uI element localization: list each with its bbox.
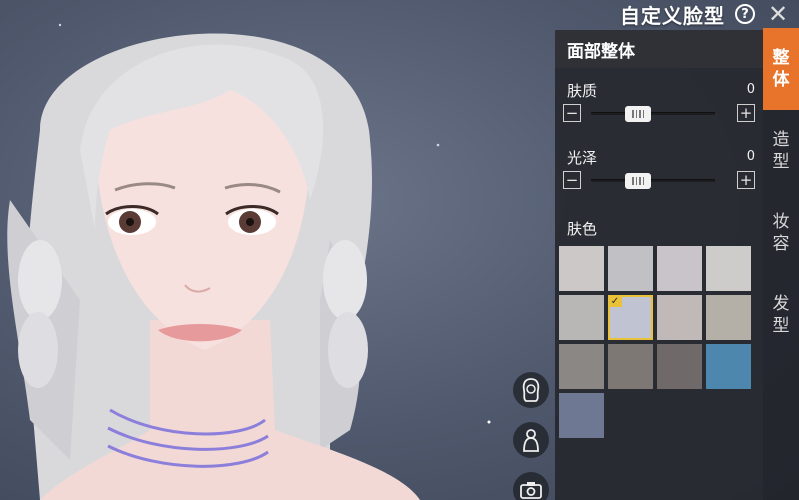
skin-color-swatch[interactable] [608,344,653,389]
increase-button[interactable]: + [737,104,755,122]
tab-label: 整 [772,48,790,68]
page-title: 自定义脸型 [620,3,725,28]
title-bar: 自定义脸型 ? [620,0,755,28]
slider-value: 0 [746,149,755,164]
skin-color-label: 肤色 [567,220,598,238]
gloss-slider-block: 光泽 0 − + [555,147,763,207]
slider-label: 肤质 [567,82,598,100]
tab-label: 妆 [772,212,790,232]
slider-thumb[interactable] [625,106,651,122]
skin-color-swatch[interactable] [608,246,653,291]
skin-texture-slider[interactable] [591,106,715,122]
tab-overall[interactable]: 整 体 [763,28,799,110]
tab-label: 发 [772,294,790,314]
close-button[interactable]: ✕ [763,0,793,28]
skin-color-swatch[interactable] [559,344,604,389]
tab-makeup[interactable]: 妆 容 [763,192,799,274]
slider-label: 光泽 [567,149,598,167]
skin-color-swatch[interactable] [559,295,604,340]
skin-color-swatch[interactable] [706,344,751,389]
skin-texture-slider-block: 肤质 0 − + [555,80,763,140]
close-icon: ✕ [767,0,789,28]
decrease-button[interactable]: − [563,171,581,189]
increase-button[interactable]: + [737,171,755,189]
check-icon: ✓ [608,295,622,307]
skin-color-swatch[interactable] [657,295,702,340]
gloss-slider[interactable] [591,173,715,189]
panel-title: 面部整体 [555,30,763,68]
skin-color-swatch[interactable] [657,344,702,389]
tab-label: 型 [772,152,790,172]
decrease-button[interactable]: − [563,104,581,122]
hair-front-icon[interactable] [513,372,549,408]
slider-thumb[interactable] [625,173,651,189]
skin-color-swatch[interactable] [657,246,702,291]
tab-shape[interactable]: 造 型 [763,110,799,192]
tab-label: 容 [772,234,790,254]
skin-color-swatch[interactable] [706,295,751,340]
skin-color-swatch[interactable] [559,246,604,291]
camera-icon[interactable] [513,472,549,500]
tab-label: 体 [772,70,790,90]
tab-hairstyle[interactable]: 发 型 [763,274,799,356]
skin-color-swatch[interactable] [559,393,604,438]
tab-label: 造 [772,130,790,150]
skin-color-swatch[interactable] [706,246,751,291]
slider-value: 0 [746,82,755,97]
tab-label: 型 [772,316,790,336]
skin-color-swatch[interactable]: ✓ [608,295,653,340]
face-overall-panel: 面部整体 肤质 0 − + 光泽 0 − + 肤色 ✓ [555,30,763,500]
hair-back-icon[interactable] [513,422,549,458]
skin-color-swatches: ✓ [559,246,759,438]
category-tabs: 整 体 造 型 妆 容 发 型 [763,28,799,500]
help-icon[interactable]: ? [735,4,755,24]
